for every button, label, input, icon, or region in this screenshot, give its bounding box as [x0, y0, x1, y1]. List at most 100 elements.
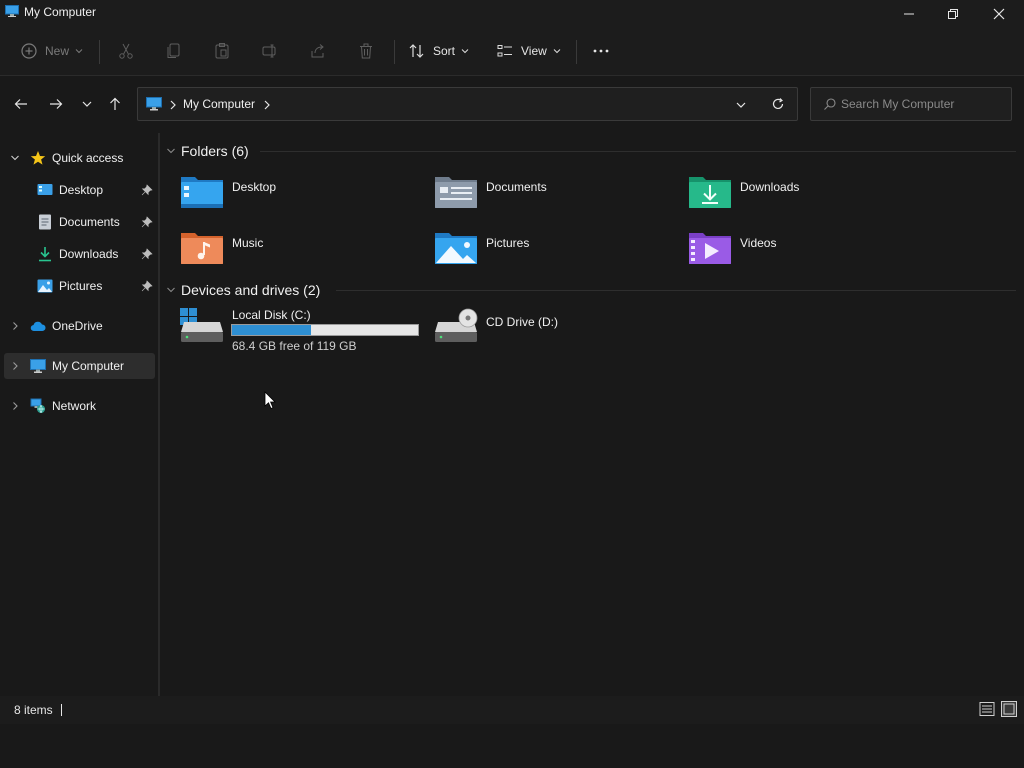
drives-section-header[interactable]: Devices and drives (2) — [181, 280, 320, 300]
sidebar-item-downloads[interactable]: Downloads — [37, 241, 118, 267]
delete-button[interactable] — [357, 38, 375, 64]
folder-tile-music[interactable]: Music — [180, 228, 420, 276]
folder-tile-videos[interactable]: Videos — [688, 228, 928, 276]
section-divider — [260, 151, 1016, 152]
chevron-down-icon[interactable] — [166, 146, 176, 156]
chevron-down-icon — [461, 49, 469, 54]
recent-locations-button[interactable] — [77, 94, 97, 114]
pictures-folder-icon — [435, 233, 477, 264]
sidebar-item-label: Quick access — [52, 151, 124, 165]
chevron-down-icon[interactable] — [166, 285, 176, 295]
pin-icon[interactable] — [141, 280, 153, 292]
desktop-icon — [37, 182, 53, 198]
search-icon — [824, 98, 836, 110]
forward-button[interactable] — [46, 94, 66, 114]
arrow-up-icon — [110, 97, 120, 110]
downloads-folder-icon — [689, 177, 731, 208]
view-button[interactable]: View — [496, 38, 561, 64]
sidebar-item-quick-access[interactable]: Quick access — [30, 145, 123, 171]
network-icon — [30, 398, 46, 414]
breadcrumb-my-computer[interactable]: My Computer — [183, 97, 255, 111]
chevron-down-icon — [75, 49, 83, 54]
section-title: Devices and drives (2) — [181, 282, 321, 298]
sidebar-item-label: Downloads — [59, 247, 119, 261]
rename-icon — [262, 44, 276, 58]
toolbar-divider — [394, 40, 395, 64]
refresh-icon[interactable] — [771, 97, 785, 111]
copy-button[interactable] — [165, 38, 183, 64]
computer-icon — [5, 5, 19, 17]
address-history-chevron-icon[interactable] — [735, 100, 747, 110]
more-options-button[interactable] — [592, 38, 610, 64]
rename-button[interactable] — [261, 38, 279, 64]
toolbar-divider — [99, 40, 100, 64]
pictures-icon — [37, 278, 53, 294]
paste-button[interactable] — [213, 38, 231, 64]
sidebar-item-documents[interactable]: Documents — [37, 209, 120, 235]
chevron-down-icon — [553, 49, 561, 54]
search-input[interactable] — [841, 96, 1001, 112]
documents-icon — [37, 214, 53, 230]
downloads-icon — [37, 246, 53, 262]
sidebar-item-onedrive[interactable]: OneDrive — [30, 313, 103, 339]
disk-usage-fill — [232, 325, 312, 335]
new-label: New — [45, 44, 70, 58]
chevron-down-icon[interactable] — [10, 153, 20, 163]
folder-name: Documents — [486, 180, 547, 194]
hard-drive-icon — [180, 308, 223, 342]
new-button[interactable]: New — [20, 38, 83, 64]
minimize-icon — [904, 13, 914, 15]
window-title: My Computer — [24, 5, 97, 19]
sidebar-item-label: Desktop — [59, 183, 104, 197]
folders-section-header[interactable]: Folders (6) — [181, 141, 249, 161]
sidebar-item-label: Pictures — [59, 279, 103, 293]
share-icon — [311, 44, 324, 58]
drive-tile-local-disk-c[interactable]: Local Disk (C:) 68.4 GB free of 119 GB — [180, 308, 425, 356]
back-button[interactable] — [11, 94, 31, 114]
chevron-right-icon[interactable] — [10, 361, 20, 371]
folder-tile-pictures[interactable]: Pictures — [434, 228, 674, 276]
cut-button[interactable] — [117, 38, 135, 64]
drive-name: CD Drive (D:) — [486, 315, 558, 329]
folder-tile-desktop[interactable]: Desktop — [180, 172, 420, 220]
sidebar-item-label: My Computer — [52, 359, 125, 373]
sidebar-item-desktop[interactable]: Desktop — [37, 177, 103, 203]
sidebar-item-network[interactable]: Network — [30, 393, 96, 419]
folder-tile-downloads[interactable]: Downloads — [688, 172, 928, 220]
tiles-view-icon[interactable] — [1001, 701, 1017, 717]
up-button[interactable] — [105, 94, 125, 114]
folder-tile-documents[interactable]: Documents — [434, 172, 674, 220]
folder-name: Pictures — [486, 236, 530, 250]
drive-name: Local Disk (C:) — [232, 308, 311, 322]
cloud-icon — [30, 318, 46, 334]
arrow-left-icon — [14, 99, 27, 109]
share-button[interactable] — [309, 38, 327, 64]
sort-button[interactable]: Sort — [408, 38, 469, 64]
more-icon — [593, 49, 609, 53]
chevron-right-icon[interactable] — [10, 321, 20, 331]
address-bar[interactable]: My Computer — [137, 87, 798, 121]
chevron-right-icon[interactable] — [10, 401, 20, 411]
details-view-icon[interactable] — [979, 701, 995, 717]
chevron-right-icon[interactable] — [263, 100, 271, 110]
pin-icon[interactable] — [141, 248, 153, 260]
music-folder-icon — [181, 233, 223, 264]
copy-icon — [167, 43, 180, 58]
close-button[interactable] — [976, 0, 1022, 28]
disk-usage-bar — [231, 324, 419, 336]
drive-free-space: 68.4 GB free of 119 GB — [232, 339, 357, 353]
restore-button[interactable] — [930, 0, 976, 28]
sidebar-divider — [158, 133, 160, 696]
sidebar-item-my-computer[interactable]: My Computer — [30, 353, 124, 379]
delete-icon — [360, 43, 372, 59]
pin-icon[interactable] — [141, 216, 153, 228]
minimize-button[interactable] — [886, 0, 932, 28]
sidebar-item-label: Documents — [59, 215, 120, 229]
pin-icon[interactable] — [141, 184, 153, 196]
title-bar: My Computer — [0, 0, 1024, 26]
folder-name: Downloads — [740, 180, 800, 194]
sidebar-item-pictures[interactable]: Pictures — [37, 273, 102, 299]
command-bar: New Sort View — [0, 26, 1024, 76]
view-label: View — [521, 44, 547, 58]
drive-tile-cd-drive-d[interactable]: CD Drive (D:) — [434, 308, 679, 356]
